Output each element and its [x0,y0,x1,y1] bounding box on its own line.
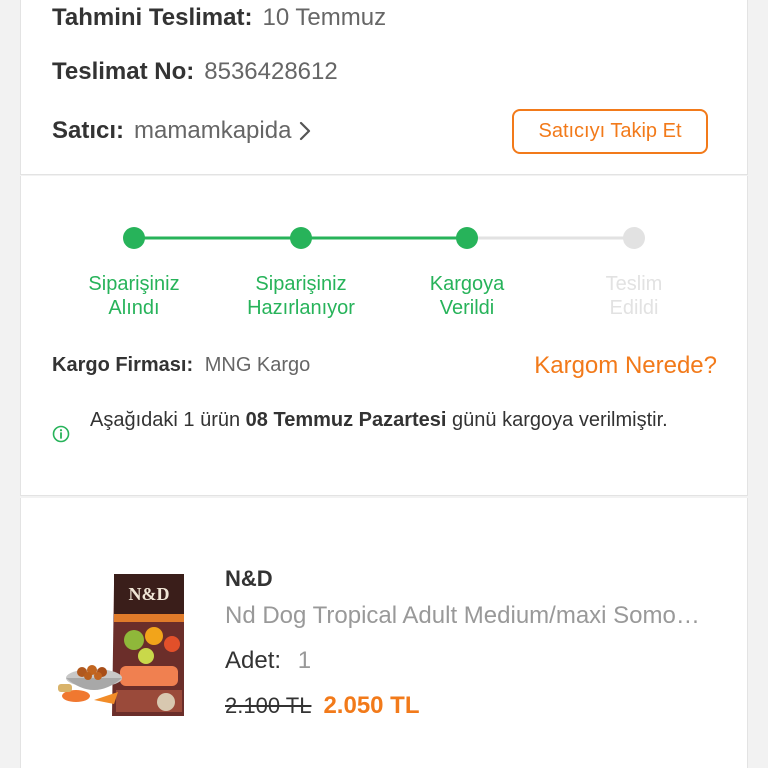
tracking-number-row: Teslimat No: 8536428612 [52,58,338,86]
product-card[interactable]: N&D N&D Nd Dog Tropical Adult Medium/max… [20,498,748,768]
step-label-received: Siparişiniz Alındı [88,273,180,319]
cargo-company-value: MNG Kargo [204,354,311,376]
quantity-value: 1 [297,647,312,674]
seller-label: Satıcı: [52,117,125,144]
cargo-company-row: Kargo Firması: MNG Kargo [52,354,310,377]
step-label-shipped: Kargoya Verildi [429,273,505,319]
seller-row[interactable]: Satıcı: mamamkapida [52,117,311,145]
svg-text:N&D: N&D [129,584,170,604]
shipment-tracking-card: Siparişiniz Alındı Siparişiniz Hazırlanı… [20,176,748,496]
price-row: 2.100 TL 2.050 TL [225,692,420,720]
follow-seller-button[interactable]: Satıcıyı Takip Et [512,109,708,154]
quantity-row: Adet: 1 [225,647,311,675]
chevron-right-icon[interactable] [299,120,311,148]
estimated-delivery-row: Tahmini Teslimat: 10 Temmuz [52,4,386,32]
old-price: 2.100 TL [225,693,312,718]
product-brand: N&D [225,566,273,591]
step-label-preparing: Siparişiniz Hazırlanıyor [247,273,355,319]
where-is-my-cargo-link[interactable]: Kargom Nerede? [534,352,717,380]
notice-suffix: günü kargoya verilmiştir. [446,409,668,431]
cargo-company-label: Kargo Firması: [52,354,194,376]
step-dot-1 [123,227,145,249]
tracking-number-value: 8536428612 [204,58,338,85]
step-dot-2 [290,227,312,249]
progress-tracker [123,227,645,249]
info-circle-icon [52,425,70,448]
seller-link[interactable]: mamamkapida [134,117,291,145]
step-label-delivered: Teslim Edildi [605,273,663,319]
notice-prefix: Aşağıdaki 1 ürün [90,409,246,431]
product-image[interactable]: N&D [54,570,204,718]
step-dot-4 [623,227,645,249]
tracking-number-label: Teslimat No: [52,58,195,85]
notice-date: 08 Temmuz Pazartesi [245,409,447,431]
new-price: 2.050 TL [323,692,420,719]
step-dot-3 [456,227,478,249]
product-name[interactable]: Nd Dog Tropical Adult Medium/maxi Somon … [225,602,705,630]
shipment-notice: Aşağıdaki 1 ürün 08 Temmuz Pazartesi gün… [90,405,710,436]
estimated-delivery-label: Tahmini Teslimat: [52,4,253,31]
quantity-label: Adet: [225,647,282,674]
estimated-delivery-value: 10 Temmuz [262,4,387,31]
order-info-card: Tahmini Teslimat: 10 Temmuz Teslimat No:… [20,0,748,175]
